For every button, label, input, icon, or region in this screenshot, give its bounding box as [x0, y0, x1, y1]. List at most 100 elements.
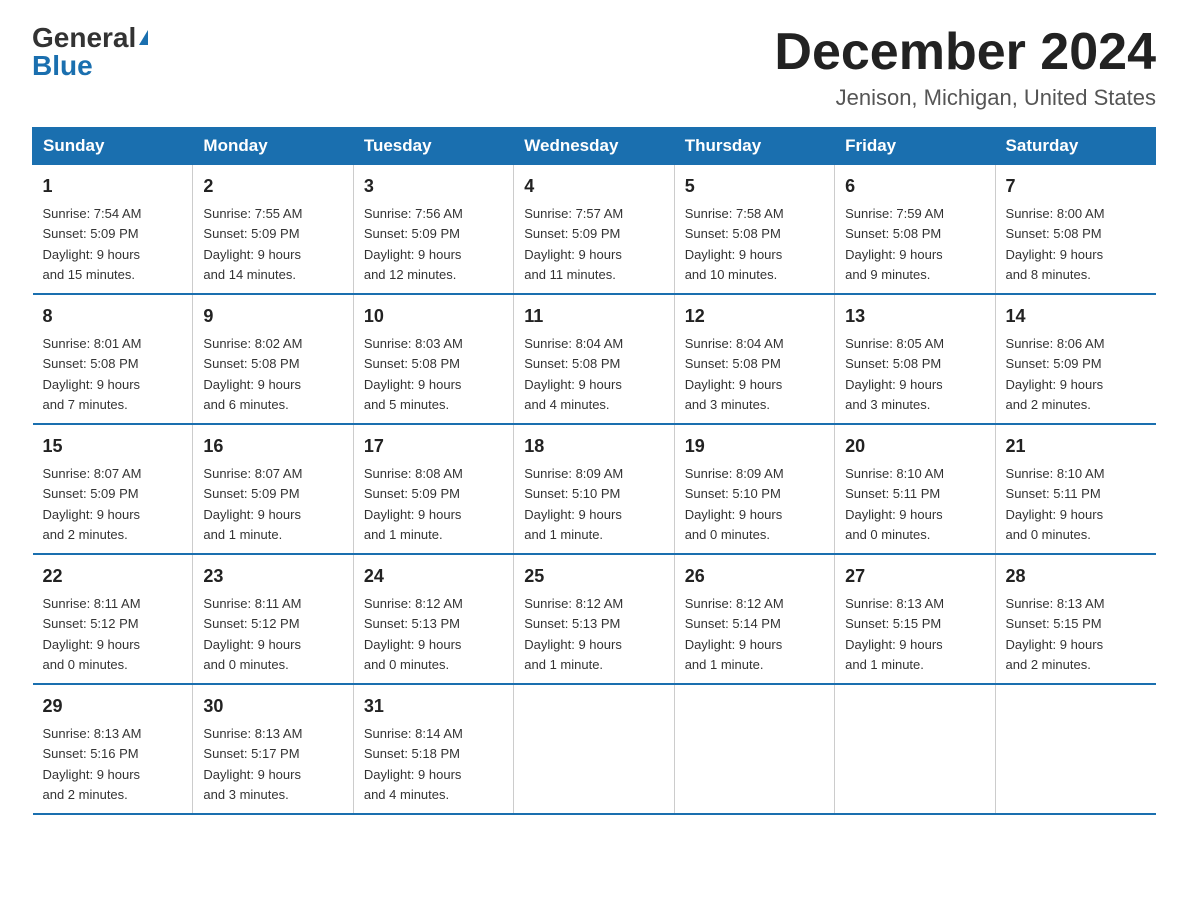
calendar-cell [995, 684, 1155, 814]
day-number: 30 [203, 693, 342, 720]
day-number: 8 [43, 303, 183, 330]
calendar-cell: 17 Sunrise: 8:08 AMSunset: 5:09 PMDaylig… [353, 424, 513, 554]
calendar-cell: 26 Sunrise: 8:12 AMSunset: 5:14 PMDaylig… [674, 554, 834, 684]
calendar-cell: 20 Sunrise: 8:10 AMSunset: 5:11 PMDaylig… [835, 424, 995, 554]
calendar-cell [835, 684, 995, 814]
calendar-cell: 16 Sunrise: 8:07 AMSunset: 5:09 PMDaylig… [193, 424, 353, 554]
day-info: Sunrise: 7:57 AMSunset: 5:09 PMDaylight:… [524, 206, 623, 282]
day-info: Sunrise: 7:56 AMSunset: 5:09 PMDaylight:… [364, 206, 463, 282]
calendar-cell: 19 Sunrise: 8:09 AMSunset: 5:10 PMDaylig… [674, 424, 834, 554]
col-monday: Monday [193, 128, 353, 165]
calendar-cell: 18 Sunrise: 8:09 AMSunset: 5:10 PMDaylig… [514, 424, 674, 554]
logo-triangle-icon [139, 30, 148, 45]
calendar-cell [514, 684, 674, 814]
month-title: December 2024 [774, 24, 1156, 81]
calendar-cell: 21 Sunrise: 8:10 AMSunset: 5:11 PMDaylig… [995, 424, 1155, 554]
day-number: 11 [524, 303, 663, 330]
day-info: Sunrise: 8:11 AMSunset: 5:12 PMDaylight:… [43, 596, 141, 672]
calendar-cell: 24 Sunrise: 8:12 AMSunset: 5:13 PMDaylig… [353, 554, 513, 684]
day-number: 31 [364, 693, 503, 720]
day-number: 17 [364, 433, 503, 460]
col-saturday: Saturday [995, 128, 1155, 165]
calendar-week-1: 1 Sunrise: 7:54 AMSunset: 5:09 PMDayligh… [33, 165, 1156, 295]
calendar-cell: 25 Sunrise: 8:12 AMSunset: 5:13 PMDaylig… [514, 554, 674, 684]
calendar-cell: 22 Sunrise: 8:11 AMSunset: 5:12 PMDaylig… [33, 554, 193, 684]
day-number: 24 [364, 563, 503, 590]
day-info: Sunrise: 8:12 AMSunset: 5:13 PMDaylight:… [364, 596, 463, 672]
day-number: 18 [524, 433, 663, 460]
header-row: Sunday Monday Tuesday Wednesday Thursday… [33, 128, 1156, 165]
location: Jenison, Michigan, United States [774, 85, 1156, 111]
day-info: Sunrise: 8:02 AMSunset: 5:08 PMDaylight:… [203, 336, 302, 412]
calendar-cell: 4 Sunrise: 7:57 AMSunset: 5:09 PMDayligh… [514, 165, 674, 295]
day-number: 10 [364, 303, 503, 330]
day-number: 6 [845, 173, 984, 200]
day-number: 19 [685, 433, 824, 460]
calendar-cell: 13 Sunrise: 8:05 AMSunset: 5:08 PMDaylig… [835, 294, 995, 424]
calendar-cell: 30 Sunrise: 8:13 AMSunset: 5:17 PMDaylig… [193, 684, 353, 814]
calendar-cell: 29 Sunrise: 8:13 AMSunset: 5:16 PMDaylig… [33, 684, 193, 814]
day-number: 13 [845, 303, 984, 330]
day-info: Sunrise: 8:05 AMSunset: 5:08 PMDaylight:… [845, 336, 944, 412]
day-number: 26 [685, 563, 824, 590]
day-info: Sunrise: 8:00 AMSunset: 5:08 PMDaylight:… [1006, 206, 1105, 282]
day-number: 7 [1006, 173, 1146, 200]
day-info: Sunrise: 8:01 AMSunset: 5:08 PMDaylight:… [43, 336, 142, 412]
calendar-cell: 12 Sunrise: 8:04 AMSunset: 5:08 PMDaylig… [674, 294, 834, 424]
day-number: 16 [203, 433, 342, 460]
day-number: 20 [845, 433, 984, 460]
calendar-week-5: 29 Sunrise: 8:13 AMSunset: 5:16 PMDaylig… [33, 684, 1156, 814]
day-number: 1 [43, 173, 183, 200]
calendar-cell: 6 Sunrise: 7:59 AMSunset: 5:08 PMDayligh… [835, 165, 995, 295]
day-info: Sunrise: 8:12 AMSunset: 5:14 PMDaylight:… [685, 596, 784, 672]
calendar-header: Sunday Monday Tuesday Wednesday Thursday… [33, 128, 1156, 165]
calendar-cell: 31 Sunrise: 8:14 AMSunset: 5:18 PMDaylig… [353, 684, 513, 814]
calendar-cell: 2 Sunrise: 7:55 AMSunset: 5:09 PMDayligh… [193, 165, 353, 295]
col-tuesday: Tuesday [353, 128, 513, 165]
day-number: 12 [685, 303, 824, 330]
day-info: Sunrise: 8:13 AMSunset: 5:15 PMDaylight:… [845, 596, 944, 672]
day-number: 21 [1006, 433, 1146, 460]
day-info: Sunrise: 7:55 AMSunset: 5:09 PMDaylight:… [203, 206, 302, 282]
day-info: Sunrise: 8:04 AMSunset: 5:08 PMDaylight:… [685, 336, 784, 412]
calendar-body: 1 Sunrise: 7:54 AMSunset: 5:09 PMDayligh… [33, 165, 1156, 815]
logo: General Blue [32, 24, 148, 80]
day-number: 25 [524, 563, 663, 590]
calendar-cell: 15 Sunrise: 8:07 AMSunset: 5:09 PMDaylig… [33, 424, 193, 554]
day-info: Sunrise: 8:13 AMSunset: 5:16 PMDaylight:… [43, 726, 142, 802]
day-info: Sunrise: 7:59 AMSunset: 5:08 PMDaylight:… [845, 206, 944, 282]
calendar-cell: 11 Sunrise: 8:04 AMSunset: 5:08 PMDaylig… [514, 294, 674, 424]
day-info: Sunrise: 8:09 AMSunset: 5:10 PMDaylight:… [524, 466, 623, 542]
col-thursday: Thursday [674, 128, 834, 165]
logo-blue: Blue [32, 52, 93, 80]
day-info: Sunrise: 8:11 AMSunset: 5:12 PMDaylight:… [203, 596, 301, 672]
day-number: 5 [685, 173, 824, 200]
day-number: 14 [1006, 303, 1146, 330]
day-info: Sunrise: 8:03 AMSunset: 5:08 PMDaylight:… [364, 336, 463, 412]
day-info: Sunrise: 8:10 AMSunset: 5:11 PMDaylight:… [1006, 466, 1105, 542]
calendar-cell: 9 Sunrise: 8:02 AMSunset: 5:08 PMDayligh… [193, 294, 353, 424]
day-number: 3 [364, 173, 503, 200]
calendar-cell: 23 Sunrise: 8:11 AMSunset: 5:12 PMDaylig… [193, 554, 353, 684]
day-number: 22 [43, 563, 183, 590]
day-info: Sunrise: 8:06 AMSunset: 5:09 PMDaylight:… [1006, 336, 1105, 412]
calendar-cell: 14 Sunrise: 8:06 AMSunset: 5:09 PMDaylig… [995, 294, 1155, 424]
calendar-cell: 27 Sunrise: 8:13 AMSunset: 5:15 PMDaylig… [835, 554, 995, 684]
title-section: December 2024 Jenison, Michigan, United … [774, 24, 1156, 111]
day-info: Sunrise: 8:07 AMSunset: 5:09 PMDaylight:… [203, 466, 302, 542]
day-info: Sunrise: 8:12 AMSunset: 5:13 PMDaylight:… [524, 596, 623, 672]
calendar-cell: 28 Sunrise: 8:13 AMSunset: 5:15 PMDaylig… [995, 554, 1155, 684]
calendar-cell: 7 Sunrise: 8:00 AMSunset: 5:08 PMDayligh… [995, 165, 1155, 295]
page-header: General Blue December 2024 Jenison, Mich… [32, 24, 1156, 111]
day-info: Sunrise: 8:09 AMSunset: 5:10 PMDaylight:… [685, 466, 784, 542]
day-number: 23 [203, 563, 342, 590]
calendar-cell: 8 Sunrise: 8:01 AMSunset: 5:08 PMDayligh… [33, 294, 193, 424]
day-info: Sunrise: 7:54 AMSunset: 5:09 PMDaylight:… [43, 206, 142, 282]
day-number: 4 [524, 173, 663, 200]
day-info: Sunrise: 8:10 AMSunset: 5:11 PMDaylight:… [845, 466, 944, 542]
calendar-week-2: 8 Sunrise: 8:01 AMSunset: 5:08 PMDayligh… [33, 294, 1156, 424]
calendar-cell: 3 Sunrise: 7:56 AMSunset: 5:09 PMDayligh… [353, 165, 513, 295]
day-number: 2 [203, 173, 342, 200]
day-info: Sunrise: 7:58 AMSunset: 5:08 PMDaylight:… [685, 206, 784, 282]
col-friday: Friday [835, 128, 995, 165]
